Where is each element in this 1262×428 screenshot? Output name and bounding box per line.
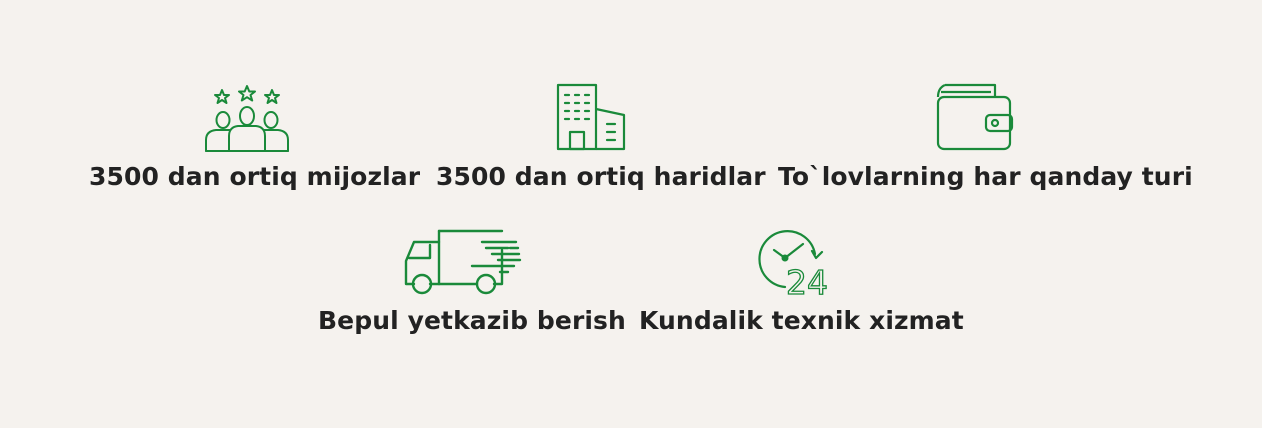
feature-label: 3500 dan ortiq haridlar (436, 162, 766, 191)
delivery-truck-icon (404, 229, 522, 295)
feature-label: Bepul yetkazib berish (318, 306, 626, 335)
feature-label: 3500 dan ortiq mijozlar (89, 162, 421, 191)
buildings-icon (556, 83, 626, 151)
clock-24-icon: 24 (758, 230, 828, 300)
feature-label: Kundalik texnik xizmat (639, 306, 964, 335)
feature-label: To`lovlarning har qanday turi (778, 162, 1193, 191)
customers-stars-icon (205, 85, 289, 152)
wallet-icon (936, 83, 1014, 151)
svg-text:24: 24 (786, 263, 828, 300)
